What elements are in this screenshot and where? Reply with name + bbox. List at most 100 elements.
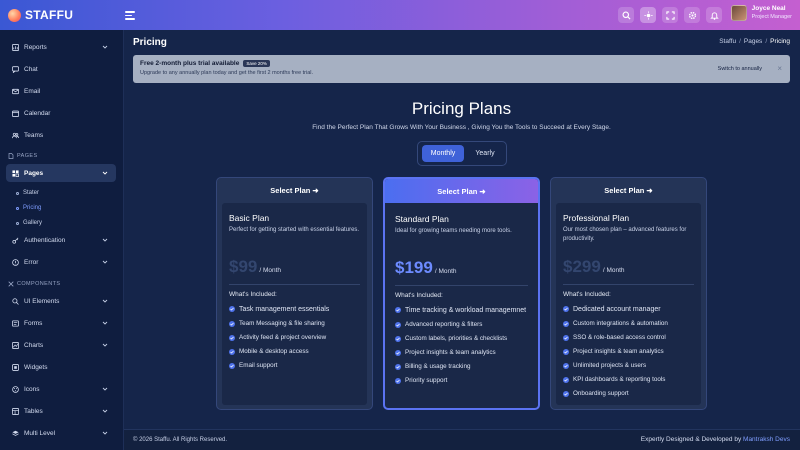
file-icon [8,153,14,159]
sidebar-item-label: Calendar [24,109,51,117]
calendar-icon [12,110,19,117]
sidebar-item-icons[interactable]: Icons [6,380,116,398]
feature-item: Unlimited projects & users [563,362,701,370]
check-icon [395,364,401,370]
menu-toggle-icon[interactable] [125,10,137,20]
sidebar-item-label: Email [24,87,41,95]
feature-item: Custom integrations & automation [563,320,701,328]
chart-icon [12,341,19,349]
sidebar-item-reports[interactable]: Reports [6,38,116,56]
sidebar-subitem-pricing[interactable]: Pricing [16,205,41,211]
sidebar-item-error[interactable]: Error [6,253,116,271]
breadcrumb-link[interactable]: Pages [744,38,762,45]
promo-badge: Save 20% [243,60,270,67]
divider [395,285,528,286]
brand[interactable]: STAFFU [8,8,123,22]
chevron-down-icon [102,238,108,242]
copyright-text: © 2026 Staffu. All Rights Reserved. [133,437,228,443]
feature-item: Custom labels, priorities & checklists [395,335,533,343]
search-icon[interactable] [618,7,634,23]
check-icon [229,335,235,341]
check-icon [395,336,401,342]
sidebar-subitem-stater[interactable]: Stater [16,190,39,196]
sidebar-item-tables[interactable]: Tables [6,402,116,420]
sidebar-item-forms[interactable]: Forms [6,314,116,332]
yearly-toggle-button[interactable]: Yearly [466,145,504,162]
circle-icon [16,206,19,210]
sidebar-item-chat[interactable]: Chat [6,60,116,78]
chevron-down-icon [102,409,108,413]
sidebar-item-label: Pages [24,169,44,177]
sidebar-item-email[interactable]: Email [6,82,116,100]
feature-list: Dedicated account manager Custom integra… [563,305,701,404]
fullscreen-icon[interactable] [662,7,678,23]
close-icon[interactable]: × [777,64,782,73]
search-icon [12,297,19,305]
gear-icon[interactable] [684,7,700,23]
credit-text: Expertly Designed & Developed by Mantrak… [640,436,790,443]
avatar [730,5,747,21]
sun-icon[interactable] [640,7,656,23]
plan-price: $199 / Month [395,258,457,278]
included-heading: What's Included: [229,291,277,298]
sidebar-item-authentication[interactable]: Authentication [6,231,116,249]
plan-card-basic: Select Plan ➜ Basic Plan Perfect for get… [216,177,373,410]
user-profile[interactable]: Joyce Neal Project Manager [730,5,792,21]
select-plan-button[interactable]: Select Plan ➜ [551,178,706,202]
check-icon [563,363,569,369]
sidebar-item-charts[interactable]: Charts [6,336,116,354]
feature-list: Task management essentials Team Messagin… [229,305,367,376]
widget-icon [12,363,19,371]
key-icon [12,237,19,244]
user-name: Joyce Neal [751,5,786,12]
check-icon [229,349,235,355]
check-icon [563,377,569,383]
feature-item: KPI dashboards & reporting tools [563,376,701,384]
check-icon [395,322,401,328]
sidebar-item-calendar[interactable]: Calendar [6,104,116,122]
billing-toggle: Monthly Yearly [417,141,507,166]
mail-icon [12,88,19,95]
sidebar-item-label: Authentication [24,236,66,244]
check-icon [563,335,569,341]
switch-to-annually-button[interactable]: Switch to annually [718,66,762,72]
price-value: $99 [229,257,258,276]
users-icon [12,132,19,139]
chevron-down-icon [102,45,108,49]
check-icon [395,350,401,356]
chevron-down-icon [102,431,108,435]
sidebar-item-label: Multi Level [24,429,56,437]
sidebar-item-label: Teams [24,131,44,139]
header-actions [618,7,722,23]
sidebar-item-multi-level[interactable]: Multi Level [6,424,116,442]
chevron-down-icon [102,299,108,303]
footer: © 2026 Staffu. All Rights Reserved. Expe… [124,429,800,450]
sidebar-item-label: Tables [24,407,43,415]
check-icon [563,391,569,397]
breadcrumb-link[interactable]: Staffu [719,38,736,45]
monthly-toggle-button[interactable]: Monthly [422,145,464,162]
layers-icon [12,430,19,437]
pages-icon [12,169,19,177]
price-unit: / Month [434,268,457,275]
logo-icon [8,8,21,22]
price-unit: / Month [259,267,282,274]
select-plan-button[interactable]: Select Plan ➜ [217,178,372,202]
feature-item: Priority support [395,377,533,385]
check-icon [229,306,235,312]
price-unit: / Month [602,267,625,274]
sidebar-item-widgets[interactable]: Widgets [6,358,116,376]
plan-description: Our most chosen plan – advanced features… [563,227,687,242]
sidebar-item-label: Icons [24,385,40,393]
sidebar-item-label: UI Elements [24,297,60,305]
sidebar-item-ui-elements[interactable]: UI Elements [6,292,116,310]
sidebar-item-pages[interactable]: Pages [6,164,116,182]
select-plan-button[interactable]: Select Plan ➜ [385,179,538,203]
plan-name: Standard Plan [395,214,449,224]
sidebar-subitem-gallery[interactable]: Gallery [16,220,42,226]
top-header: STAFFU Joyce Neal Project Manager [0,0,800,30]
bell-icon[interactable] [706,7,722,23]
sidebar-item-teams[interactable]: Teams [6,126,116,144]
credit-link[interactable]: Mantraksh Devs [743,436,790,443]
chevron-down-icon [102,260,108,264]
